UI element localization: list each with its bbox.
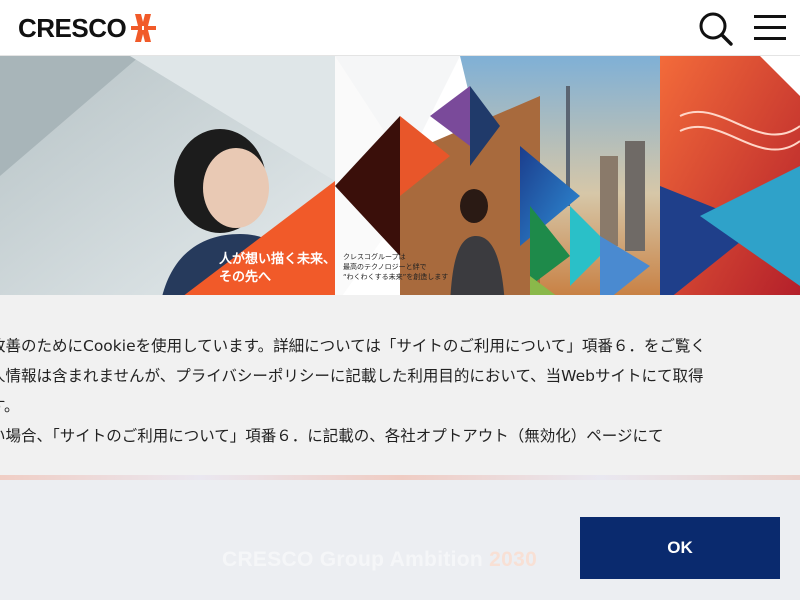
- hero-center-line1: クレスコグループは: [343, 252, 406, 261]
- cookie-line-3: す。: [0, 397, 20, 415]
- hero-banner[interactable]: 人が想い描く未来、 その先へ クレスコグループは 最高のテクノロジーと絆で “わ…: [0, 56, 800, 306]
- hero-center-line2: 最高のテクノロジーと絆で: [343, 262, 427, 271]
- hero-caption-line1: 人が想い描く未来、: [219, 251, 336, 267]
- cookie-ok-button[interactable]: OK: [580, 517, 780, 579]
- logo-text: CRESCO: [18, 12, 127, 43]
- hero-caption-line2: その先へ: [219, 269, 271, 285]
- ambition-title[interactable]: CRESCO Group Ambition 2030: [222, 548, 537, 572]
- menu-button[interactable]: [752, 12, 788, 44]
- cookie-text: 改善のためにCookieを使用しています。詳細については「サイトのご利用について…: [0, 331, 800, 451]
- cresco-logo[interactable]: CRESCO: [18, 12, 157, 44]
- cookie-line-2: 人情報は含まれませんが、プライバシーポリシーに記載した利用目的において、当Web…: [0, 367, 704, 385]
- hero-collage: 人が想い描く未来、 その先へ クレスコグループは 最高のテクノロジーと絆で “わ…: [0, 56, 800, 306]
- cookie-line-1: 改善のためにCookieを使用しています。詳細については「サイトのご利用について…: [0, 337, 706, 355]
- hamburger-menu-icon: [754, 15, 786, 40]
- hero-center-line3: “わくわくする未来”を創造します: [343, 272, 448, 281]
- ambition-title-text: CRESCO Group Ambition: [222, 548, 484, 571]
- site-header: CRESCO: [0, 0, 800, 56]
- cookie-line-4: い場合、「サイトのご利用について」項番６．に記載の、各社オプトアウト（無効化）ペ…: [0, 427, 664, 445]
- search-button[interactable]: [697, 10, 735, 48]
- cookie-notice: 改善のためにCookieを使用しています。詳細については「サイトのご利用について…: [0, 295, 800, 475]
- search-icon: [699, 12, 733, 46]
- ambition-title-year: 2030: [489, 548, 538, 571]
- logo-mark-icon: [131, 14, 157, 42]
